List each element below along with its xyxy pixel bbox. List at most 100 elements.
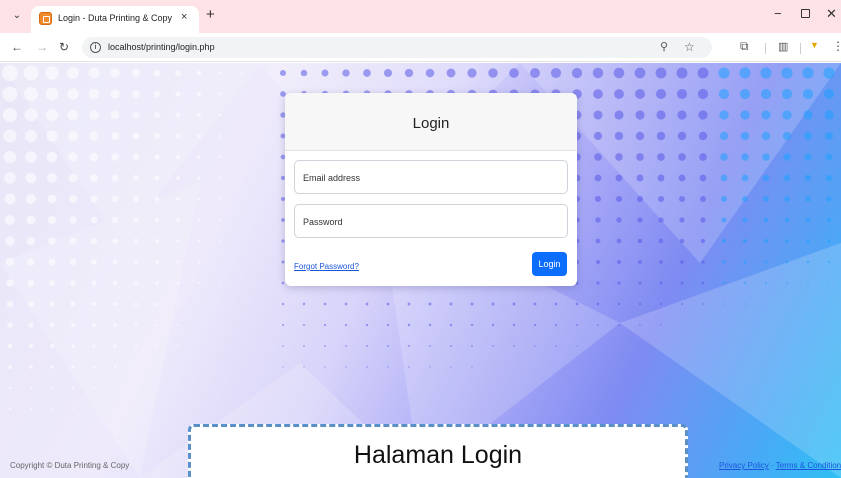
- login-card: Login Email address Password Forgot Pass…: [285, 93, 577, 286]
- reload-icon[interactable]: ↻: [59, 40, 69, 54]
- background-dot: [550, 67, 562, 79]
- background-dot: [155, 323, 159, 327]
- background-dot: [302, 323, 306, 327]
- background-dot: [218, 155, 222, 159]
- background-dot: [571, 67, 583, 79]
- background-dot: [740, 110, 750, 120]
- extensions-icon[interactable]: ⧉: [740, 39, 749, 54]
- background-dot: [282, 366, 284, 368]
- background-dot: [345, 345, 347, 347]
- background-dot: [826, 196, 832, 202]
- background-dot: [826, 217, 832, 223]
- background-dot: [554, 302, 558, 306]
- background-dot: [218, 176, 222, 180]
- login-button[interactable]: Login: [532, 252, 567, 276]
- browser-menu-icon[interactable]: ⋮: [832, 39, 841, 53]
- background-dot: [88, 67, 100, 79]
- background-dot: [196, 70, 202, 76]
- tab-close-icon[interactable]: ×: [181, 11, 187, 23]
- background-dot: [764, 281, 768, 285]
- background-dot: [407, 323, 411, 327]
- background-dot: [218, 71, 222, 75]
- zoom-icon[interactable]: ⚲: [660, 40, 668, 53]
- browser-tab[interactable]: Login - Duta Printing & Copy ×: [31, 6, 199, 33]
- background-dot: [366, 345, 368, 347]
- background-dot: [89, 110, 99, 120]
- background-dot: [697, 88, 709, 100]
- background-dot: [761, 110, 771, 120]
- background-dot: [110, 110, 120, 120]
- back-icon[interactable]: ←: [11, 40, 23, 54]
- terms-link[interactable]: Terms & Conditions: [776, 461, 841, 470]
- background-dot: [512, 323, 516, 327]
- background-dot: [219, 282, 221, 284]
- background-dot: [781, 67, 793, 79]
- background-dot: [112, 280, 118, 286]
- email-field[interactable]: Email address: [294, 160, 568, 194]
- background-dot: [3, 150, 17, 164]
- background-dot: [513, 345, 515, 347]
- background-dot: [657, 195, 665, 203]
- bookmark-star-icon[interactable]: ☆: [684, 40, 695, 54]
- background-dot: [408, 366, 410, 368]
- background-dot: [110, 68, 120, 78]
- background-dot: [699, 174, 707, 182]
- background-dot: [5, 215, 15, 225]
- background-dot: [281, 302, 285, 306]
- background-dot: [807, 282, 809, 284]
- profile-icon[interactable]: ▼: [810, 40, 819, 50]
- tab-search-chevron-icon[interactable]: ⌄: [10, 9, 24, 23]
- background-dot: [134, 365, 138, 369]
- background-dot: [597, 324, 599, 326]
- background-dot: [154, 133, 160, 139]
- background-dot: [27, 258, 35, 266]
- background-dot: [828, 282, 830, 284]
- background-dot: [240, 135, 242, 137]
- background-dot: [111, 195, 119, 203]
- background-dot: [386, 302, 390, 306]
- caption-box: Halaman Login: [188, 424, 688, 478]
- background-dot: [93, 408, 95, 410]
- background-dot: [700, 238, 706, 244]
- background-dot: [68, 152, 78, 162]
- background-dot: [491, 323, 495, 327]
- background-dot: [825, 153, 833, 161]
- background-dot: [617, 281, 621, 285]
- background-dot: [744, 303, 746, 305]
- background-dot: [656, 131, 666, 141]
- background-dot: [25, 172, 37, 184]
- url-input[interactable]: i localhost/printing/login.php ⚲ ☆: [82, 37, 712, 58]
- background-dot: [175, 91, 181, 97]
- forgot-password-link[interactable]: Forgot Password?: [294, 262, 359, 271]
- restore-icon[interactable]: [801, 9, 810, 18]
- background-dot: [449, 323, 453, 327]
- background-dot: [47, 173, 57, 183]
- background-dot: [618, 324, 620, 326]
- background-dot: [153, 111, 161, 119]
- background-dot: [51, 408, 53, 410]
- forward-icon[interactable]: →: [36, 40, 48, 54]
- background-dot: [785, 260, 789, 264]
- page-title: Login: [412, 115, 450, 132]
- background-dot: [470, 302, 474, 306]
- site-info-icon[interactable]: i: [90, 42, 101, 53]
- background-dot: [28, 343, 34, 349]
- window-close-icon[interactable]: ✕: [826, 6, 837, 22]
- privacy-policy-link[interactable]: Privacy Policy: [719, 461, 769, 470]
- reading-list-icon[interactable]: ▥: [778, 40, 788, 53]
- password-field[interactable]: Password: [294, 204, 568, 238]
- new-tab-icon[interactable]: +: [206, 7, 215, 22]
- background-dot: [176, 281, 180, 285]
- minimize-icon[interactable]: −: [774, 6, 782, 21]
- background-dot: [219, 261, 221, 263]
- background-dot: [450, 345, 452, 347]
- background-dot: [26, 215, 36, 225]
- background-dot: [29, 407, 33, 411]
- background-dot: [345, 366, 347, 368]
- background-dot: [534, 345, 536, 347]
- background-dot: [7, 322, 13, 328]
- background-dot: [176, 197, 180, 201]
- background-dot: [802, 88, 814, 100]
- background-dot: [134, 323, 138, 327]
- background-dot: [28, 322, 34, 328]
